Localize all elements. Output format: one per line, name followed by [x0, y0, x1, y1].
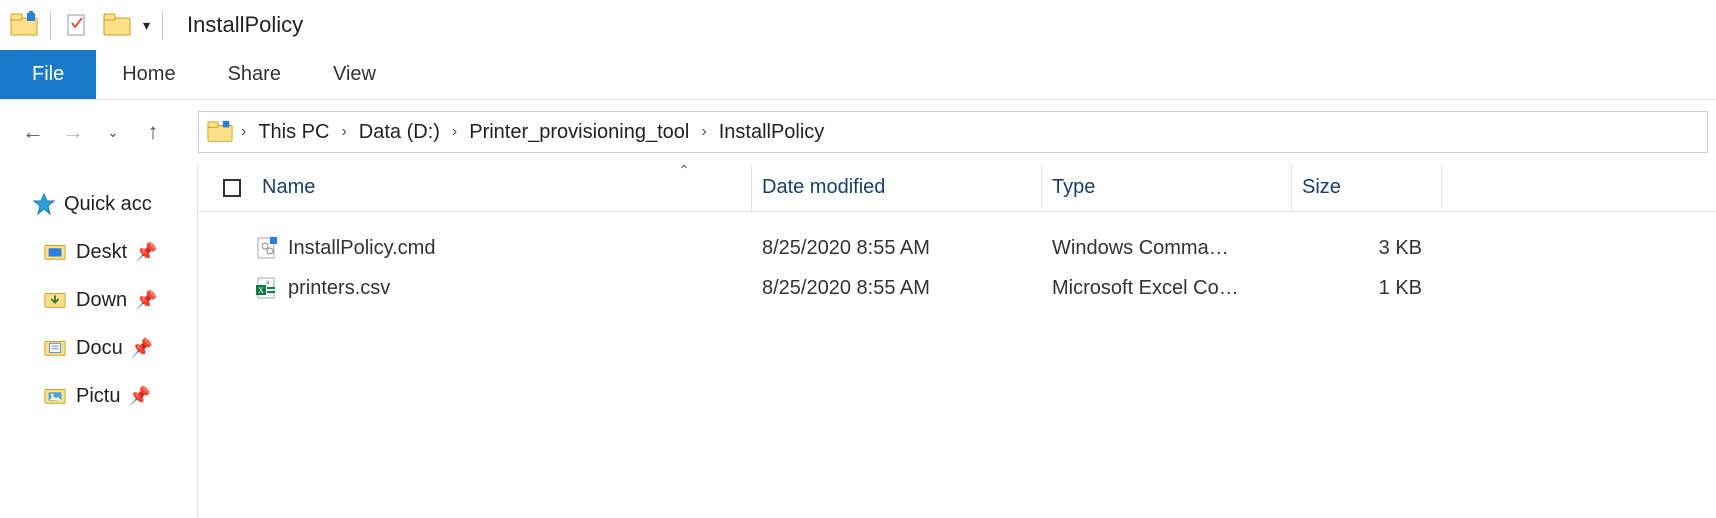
cmd-file-icon — [252, 236, 282, 260]
column-headers: ⌃ Name Date modified Type Size — [198, 164, 1716, 212]
sidebar-item-label: Pictu — [76, 385, 120, 408]
sidebar-item-desktop[interactable]: Deskt 📌 — [0, 228, 197, 276]
crumb-folder-1[interactable]: Printer_provisioning_tool — [461, 121, 697, 144]
chevron-right-icon[interactable]: › — [450, 123, 459, 141]
tab-file[interactable]: File — [0, 50, 96, 99]
up-button[interactable]: ↑ — [138, 117, 168, 147]
sidebar-item-downloads[interactable]: Down 📌 — [0, 276, 197, 324]
crumb-folder-2[interactable]: InstallPolicy — [711, 121, 833, 144]
back-button[interactable]: ← — [18, 117, 48, 147]
file-type: Microsoft Excel Co… — [1042, 277, 1292, 300]
star-icon — [32, 192, 56, 216]
folder-icon — [44, 336, 68, 360]
chevron-right-icon[interactable]: › — [339, 123, 348, 141]
chevron-right-icon[interactable]: › — [239, 123, 248, 141]
select-all-checkbox[interactable] — [212, 179, 252, 197]
file-type: Windows Comma… — [1042, 237, 1292, 260]
csv-file-icon: Xa — [252, 276, 282, 300]
window-title: InstallPolicy — [187, 12, 303, 38]
title-bar: ▾ InstallPolicy — [0, 0, 1716, 50]
history-buttons: ← → ⌄ ↑ — [0, 117, 198, 147]
sidebar-quick-access-label: Quick acc — [64, 193, 152, 216]
address-folder-icon — [207, 119, 233, 145]
file-date: 8/25/2020 8:55 AM — [752, 277, 1042, 300]
qat-properties-icon[interactable] — [63, 11, 91, 39]
sidebar-item-label: Docu — [76, 337, 123, 360]
pin-icon: 📌 — [135, 242, 157, 263]
file-name: InstallPolicy.cmd — [282, 237, 752, 260]
tab-view[interactable]: View — [307, 50, 402, 99]
folder-icon — [44, 240, 68, 264]
tab-share[interactable]: Share — [202, 50, 307, 99]
folder-icon — [44, 288, 68, 312]
file-date: 8/25/2020 8:55 AM — [752, 237, 1042, 260]
file-size: 1 KB — [1292, 277, 1442, 300]
ribbon-tabs: File Home Share View — [0, 50, 1716, 100]
pin-icon: 📌 — [135, 290, 157, 311]
folder-icon — [44, 384, 68, 408]
title-separator-2 — [162, 10, 163, 40]
file-row[interactable]: Xa printers.csv 8/25/2020 8:55 AM Micros… — [198, 268, 1716, 308]
main-area: Quick acc Deskt 📌 Down 📌 Docu 📌 Pictu 📌 … — [0, 164, 1716, 518]
qat-customize-dropdown[interactable]: ▾ — [143, 17, 150, 34]
svg-text:X: X — [258, 286, 264, 295]
crumb-this-pc[interactable]: This PC — [250, 121, 337, 144]
sidebar-item-label: Down — [76, 289, 127, 312]
pin-icon: 📌 — [128, 386, 150, 407]
sidebar-item-label: Deskt — [76, 241, 127, 264]
crumb-drive[interactable]: Data (D:) — [351, 121, 448, 144]
sidebar-item-documents[interactable]: Docu 📌 — [0, 324, 197, 372]
column-name[interactable]: Name — [252, 164, 752, 211]
column-type[interactable]: Type — [1042, 164, 1292, 211]
chevron-right-icon[interactable]: › — [699, 123, 708, 141]
file-rows: InstallPolicy.cmd 8/25/2020 8:55 AM Wind… — [198, 212, 1716, 308]
navigation-pane: Quick acc Deskt 📌 Down 📌 Docu 📌 Pictu 📌 — [0, 164, 198, 518]
title-separator — [50, 10, 51, 40]
file-size: 3 KB — [1292, 237, 1442, 260]
qat-newfolder-icon[interactable] — [103, 11, 131, 39]
column-size[interactable]: Size — [1292, 164, 1442, 211]
column-date-modified[interactable]: Date modified — [752, 164, 1042, 211]
forward-button[interactable]: → — [58, 117, 88, 147]
tab-home[interactable]: Home — [96, 50, 201, 99]
recent-locations-dropdown[interactable]: ⌄ — [98, 117, 128, 147]
navigation-row: ← → ⌄ ↑ › This PC › Data (D:) › Printer_… — [0, 100, 1716, 164]
sidebar-item-pictures[interactable]: Pictu 📌 — [0, 372, 197, 420]
app-folder-icon — [10, 11, 38, 39]
file-name: printers.csv — [282, 277, 752, 300]
sidebar-quick-access[interactable]: Quick acc — [0, 180, 197, 228]
sort-indicator-icon: ⌃ — [678, 162, 690, 179]
file-list-area: ⌃ Name Date modified Type Size InstallPo… — [198, 164, 1716, 518]
pin-icon: 📌 — [131, 338, 153, 359]
file-row[interactable]: InstallPolicy.cmd 8/25/2020 8:55 AM Wind… — [198, 228, 1716, 268]
address-bar[interactable]: › This PC › Data (D:) › Printer_provisio… — [198, 111, 1708, 153]
